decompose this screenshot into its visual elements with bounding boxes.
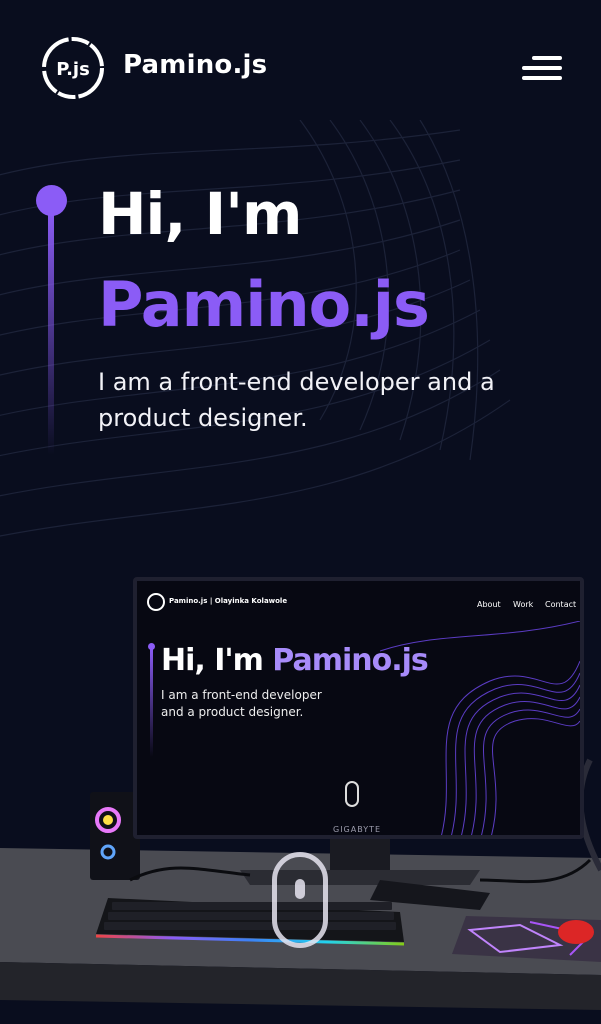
hamburger-menu-icon bbox=[532, 56, 562, 60]
scroll-wheel bbox=[295, 879, 305, 899]
monitor-screen: Pamino.js | Olayinka Kolawole About Work… bbox=[133, 577, 584, 839]
screen-description: I am a front-end developer and a product… bbox=[161, 688, 322, 719]
screen-nav-work: Work bbox=[513, 600, 534, 609]
site-logo[interactable]: P.js bbox=[40, 35, 106, 101]
screen-mouse-icon bbox=[345, 781, 359, 807]
screen-timeline-line bbox=[150, 647, 153, 757]
timeline-line bbox=[48, 210, 54, 455]
screen-nav-contact: Contact bbox=[545, 600, 577, 609]
hero-name: Pamino.js bbox=[98, 268, 430, 341]
menu-button[interactable] bbox=[518, 52, 566, 84]
screen-name: Pamino.js bbox=[272, 643, 428, 678]
header: P.js Pamino.js bbox=[0, 0, 601, 135]
logo-text: P.js bbox=[56, 59, 90, 80]
brand-name[interactable]: Pamino.js bbox=[123, 50, 267, 80]
hero-description: I am a front-end developer and a product… bbox=[98, 368, 495, 432]
hero-greeting: Hi, I'm bbox=[98, 180, 302, 248]
screen-greeting: Hi, I'm bbox=[161, 643, 264, 678]
logo-icon: P.js bbox=[42, 37, 104, 99]
screen-logo-icon bbox=[147, 593, 165, 611]
monitor-brand-label: GIGABYTE bbox=[333, 825, 382, 834]
screen-brand: Pamino.js | Olayinka Kolawole bbox=[169, 597, 288, 605]
screen-nav-about: About bbox=[477, 600, 501, 609]
screen-heading: Hi, I'm Pamino.js bbox=[161, 643, 429, 678]
mouse-scroll-icon[interactable] bbox=[272, 852, 328, 948]
